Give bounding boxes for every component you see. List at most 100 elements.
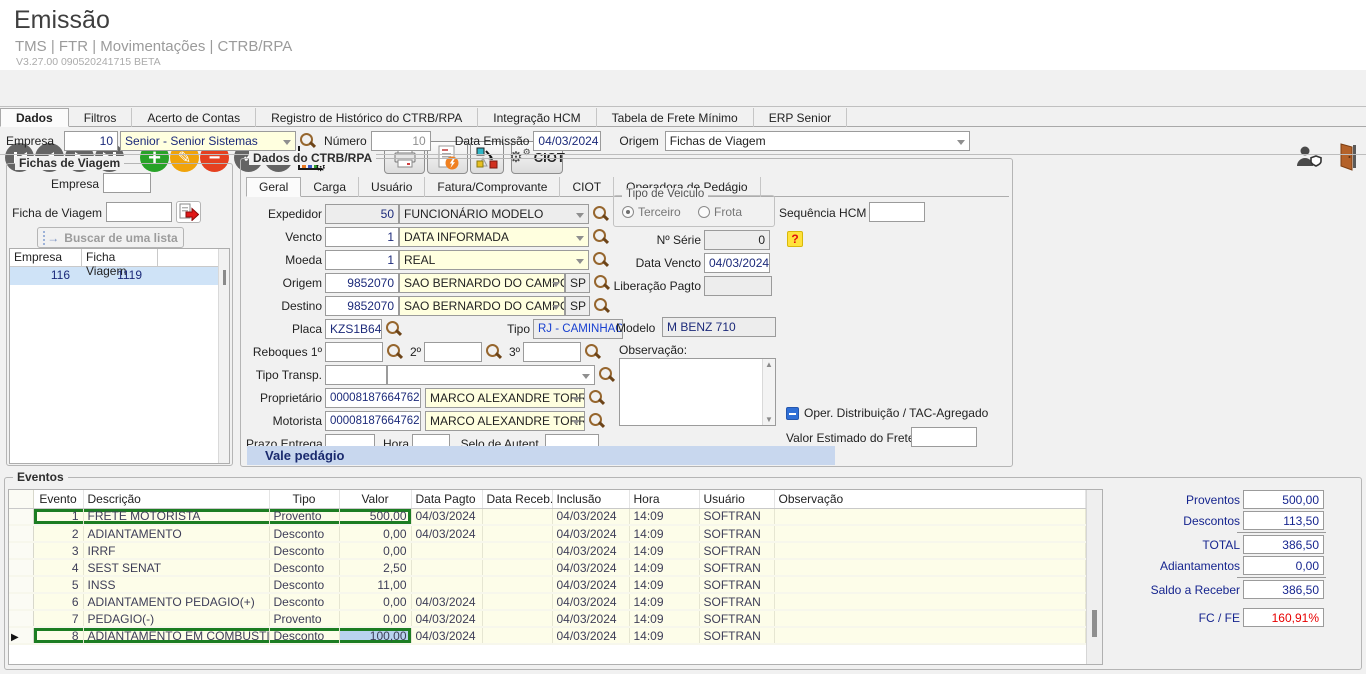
tab-acerto-de-contas[interactable]: Acerto de Contas — [132, 108, 256, 127]
tipo-transp-code-field[interactable] — [325, 365, 387, 385]
event-row-7[interactable]: 7 PEDAGIO(-) Provento 0,00 04/03/2024 04… — [9, 610, 1085, 627]
col-inclusao: Inclusão — [552, 490, 629, 508]
tab-integracao-hcm[interactable]: Integração HCM — [478, 108, 596, 127]
summary-divider — [1237, 532, 1326, 533]
proventos-label: Proventos — [1090, 493, 1240, 507]
tipo-transp-search-icon[interactable] — [598, 366, 615, 383]
motorista-doc-field[interactable]: 00008187664762 — [325, 411, 421, 431]
reboque2-search-icon[interactable] — [485, 343, 502, 360]
empresa-code-field[interactable]: 10 — [64, 131, 118, 151]
destino-code-field[interactable]: 9852070 — [325, 296, 399, 316]
expedidor-select[interactable]: FUNCIONÁRIO MODELO — [399, 204, 589, 224]
event-row-5[interactable]: 5 INSS Desconto 11,00 04/03/2024 14:09 S… — [9, 576, 1085, 593]
observacao-scrollbar[interactable] — [762, 359, 775, 425]
tab-dados[interactable]: Dados — [0, 108, 69, 127]
descontos-field: 113,50 — [1243, 511, 1324, 530]
vencto-code-field[interactable]: 1 — [325, 227, 399, 247]
origem-code-field[interactable]: 9852070 — [325, 273, 399, 293]
fichas-ficha-field[interactable] — [106, 202, 172, 222]
ficha-export-button[interactable] — [176, 201, 201, 223]
radio-frota[interactable]: Frota — [698, 205, 742, 219]
toolbar: ⚙⚙ CIOT — [0, 70, 1366, 107]
version-label: V3.27.00 090520241715 BETA — [16, 56, 161, 68]
fichas-grid-scrollbar[interactable] — [218, 249, 229, 463]
destino-label: Destino — [246, 299, 322, 313]
col-descricao: Descrição — [83, 490, 269, 508]
vale-pedagio-bar[interactable]: Vale pedágio — [247, 446, 835, 465]
event-row-6[interactable]: 6 ADIANTAMENTO PEDAGIO(+) Desconto 0,00 … — [9, 593, 1085, 610]
reboque3-field[interactable] — [523, 342, 581, 362]
reboque1-label: Reboques 1º — [246, 345, 322, 359]
seq-hcm-label: Sequência HCM — [779, 206, 866, 220]
fichas-ficha-label: Ficha de Viagem — [7, 206, 102, 220]
proprietario-doc-field[interactable]: 00008187664762 — [325, 388, 421, 408]
oper-distribuicao-checkbox[interactable]: Oper. Distribuição / TAC-Agregado — [786, 406, 988, 420]
expedidor-search-icon[interactable] — [592, 205, 609, 222]
fichas-row-empresa[interactable]: 116 — [10, 267, 76, 285]
event-row-1[interactable]: 1 FRETE MOTORISTA Provento 500,00 04/03/… — [9, 508, 1085, 525]
moeda-select[interactable]: REAL — [399, 250, 589, 270]
data-emissao-field[interactable]: 04/03/2024 — [533, 131, 601, 151]
data-vencto-field[interactable]: 04/03/2024 — [704, 253, 770, 273]
vencto-select[interactable]: DATA INFORMADA — [399, 227, 589, 247]
vencto-search-icon[interactable] — [592, 228, 609, 245]
event-row-3[interactable]: 3 IRRF Desconto 0,00 04/03/2024 14:09 SO… — [9, 542, 1085, 559]
fichas-grid-row[interactable]: 116 1119 — [10, 267, 229, 285]
destino-city-select[interactable]: SAO BERNARDO DO CAMPO — [399, 296, 565, 316]
help-icon[interactable] — [787, 231, 803, 247]
radio-terceiro-label: Terceiro — [638, 205, 681, 219]
data-vencto-label: Data Vencto — [601, 256, 701, 270]
motorista-search-icon[interactable] — [588, 412, 605, 429]
descontos-label: Descontos — [1090, 514, 1240, 528]
expedidor-code-field[interactable]: 50 — [325, 204, 399, 224]
placa-field[interactable]: KZS1B64 — [325, 319, 382, 339]
observacao-textarea[interactable] — [619, 358, 776, 426]
serie-field: 0 — [704, 230, 770, 250]
empresa-name-select[interactable]: Senior - Senior Sistemas — [120, 131, 296, 151]
tab-ciot[interactable]: CIOT — [560, 177, 614, 197]
destino-uf-field[interactable]: SP — [565, 296, 590, 316]
seq-hcm-field[interactable] — [869, 202, 925, 222]
buscar-lista-button[interactable]: Buscar de uma lista — [37, 227, 184, 248]
tab-registro-historico[interactable]: Registro de Histórico do CTRB/RPA — [256, 108, 478, 127]
event-row-2[interactable]: 2 ADIANTAMENTO Desconto 0,00 04/03/2024 … — [9, 525, 1085, 542]
tab-tabela-frete-minimo[interactable]: Tabela de Frete Mínimo — [597, 108, 754, 127]
col-hora: Hora — [629, 490, 699, 508]
radio-terceiro[interactable]: Terceiro — [622, 205, 681, 219]
tab-filtros[interactable]: Filtros — [69, 108, 133, 127]
tab-carga[interactable]: Carga — [301, 177, 359, 197]
eventos-grid: Evento Descrição Tipo Valor Data Pagto D… — [8, 489, 1103, 665]
empresa-search-icon[interactable] — [299, 132, 316, 149]
selected-cell[interactable]: 100,00 — [339, 627, 411, 644]
reboque1-search-icon[interactable] — [386, 343, 403, 360]
proprietario-search-icon[interactable] — [588, 389, 605, 406]
numero-field[interactable]: 10 — [371, 131, 431, 151]
tab-erp-senior[interactable]: ERP Senior — [754, 108, 847, 127]
placa-search-icon[interactable] — [385, 320, 402, 337]
event-row-8[interactable]: 8 ADIANTAMENTO EM COMBUSTIVEL Desconto 1… — [9, 627, 1085, 644]
emissao-window: Emissão TMS | FTR | Movimentações | CTRB… — [0, 0, 1366, 674]
reboque2-field[interactable] — [424, 342, 482, 362]
origem-select[interactable]: Fichas de Viagem — [665, 131, 970, 151]
fichas-panel: Fichas de Viagem Empresa Ficha de Viagem… — [6, 163, 233, 466]
placa-row: Placa KZS1B64 Tipo RJ - CAMINHAC — [246, 318, 623, 339]
fichas-empresa-field[interactable] — [103, 173, 151, 193]
tab-fatura-comprovante[interactable]: Fatura/Comprovante — [425, 177, 560, 197]
event-row-4[interactable]: 4 SEST SENAT Desconto 2,50 04/03/2024 14… — [9, 559, 1085, 576]
reboque1-field[interactable] — [325, 342, 383, 362]
fichas-col-ficha: Ficha Viagem — [82, 249, 158, 266]
tipo-veiculo-label: Tipo — [402, 322, 530, 336]
motorista-select[interactable]: MARCO ALEXANDRE TORR — [425, 411, 585, 431]
reboque3-search-icon[interactable] — [584, 343, 601, 360]
tab-geral[interactable]: Geral — [246, 177, 301, 197]
radio-frota-icon — [698, 206, 710, 218]
moeda-code-field[interactable]: 1 — [325, 250, 399, 270]
fichas-row-ficha[interactable]: 1119 — [76, 267, 148, 285]
proprietario-select[interactable]: MARCO ALEXANDRE TORR — [425, 388, 585, 408]
origem-city-select[interactable]: SAO BERNARDO DO CAMPO — [399, 273, 565, 293]
liberacao-label: Liberação Pagto — [581, 279, 701, 293]
destino-search-icon[interactable] — [593, 297, 610, 314]
tipo-transp-select[interactable] — [387, 365, 595, 385]
tab-usuario[interactable]: Usuário — [359, 177, 425, 197]
valor-estimado-field[interactable] — [911, 427, 977, 447]
